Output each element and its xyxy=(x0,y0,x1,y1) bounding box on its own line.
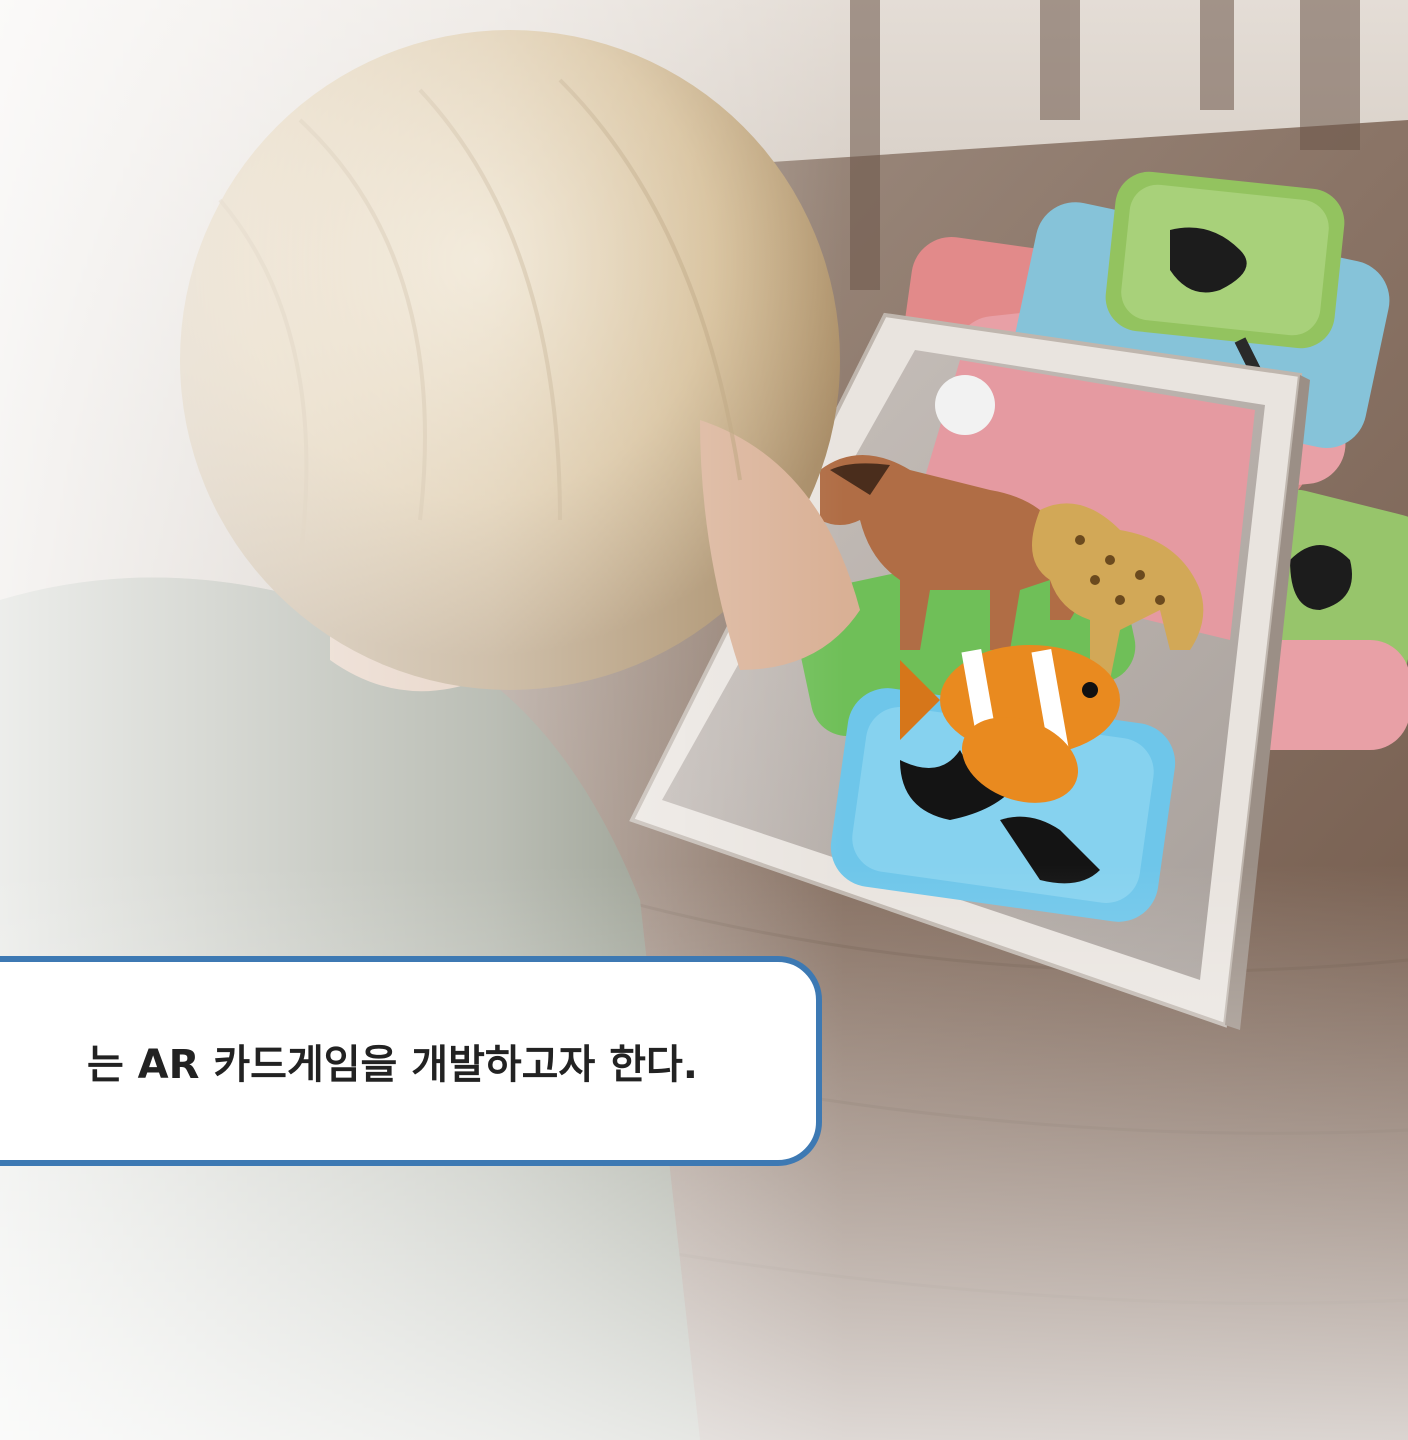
photo-scene xyxy=(0,0,1408,1440)
caption-box: 는 AR 카드게임을 개발하고자 한다. xyxy=(0,956,822,1166)
caption-text: 는 AR 카드게임을 개발하고자 한다. xyxy=(86,1042,698,1088)
